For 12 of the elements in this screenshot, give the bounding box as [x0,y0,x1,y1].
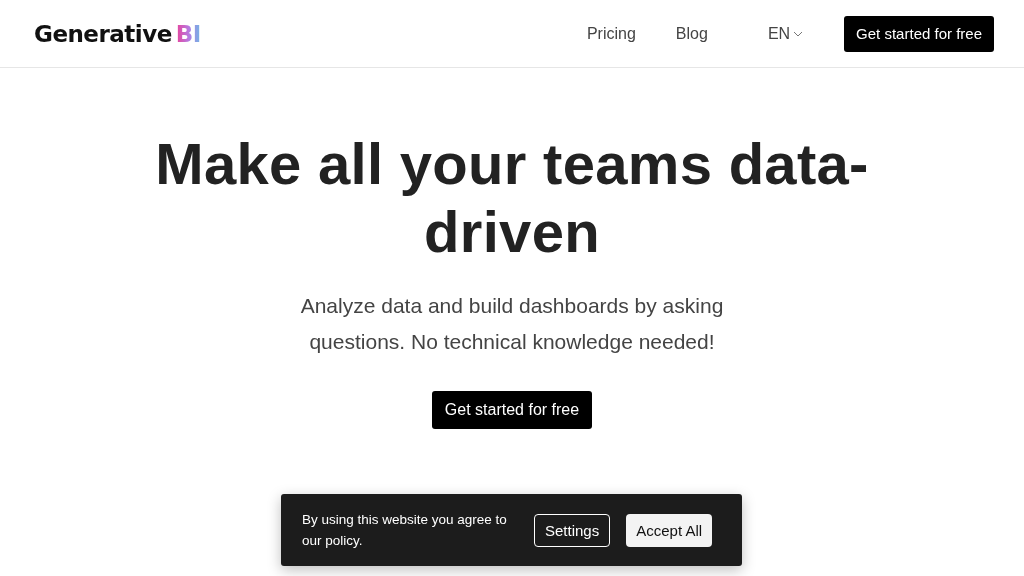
logo-text: Generative [34,20,172,47]
get-started-button[interactable]: Get started for free [431,391,593,429]
nav-link[interactable]: Blog [675,24,708,43]
language-selector[interactable]: EN [767,24,804,43]
chevron-down-icon [793,30,804,37]
accept-button[interactable]: Accept All [626,513,713,547]
cookie-message: By using this website you agree to our policy. [302,511,508,550]
get-started-button[interactable]: Get started for free [844,15,994,52]
nav-link[interactable]: Pricing [586,24,636,43]
settings-button[interactable]: Settings [534,513,611,547]
hero-title: Make all your teams data-driven [154,130,870,266]
hero-subtitle: Analyze data and build dashboards by asking questions. No technical knowledge needed! [299,293,725,355]
